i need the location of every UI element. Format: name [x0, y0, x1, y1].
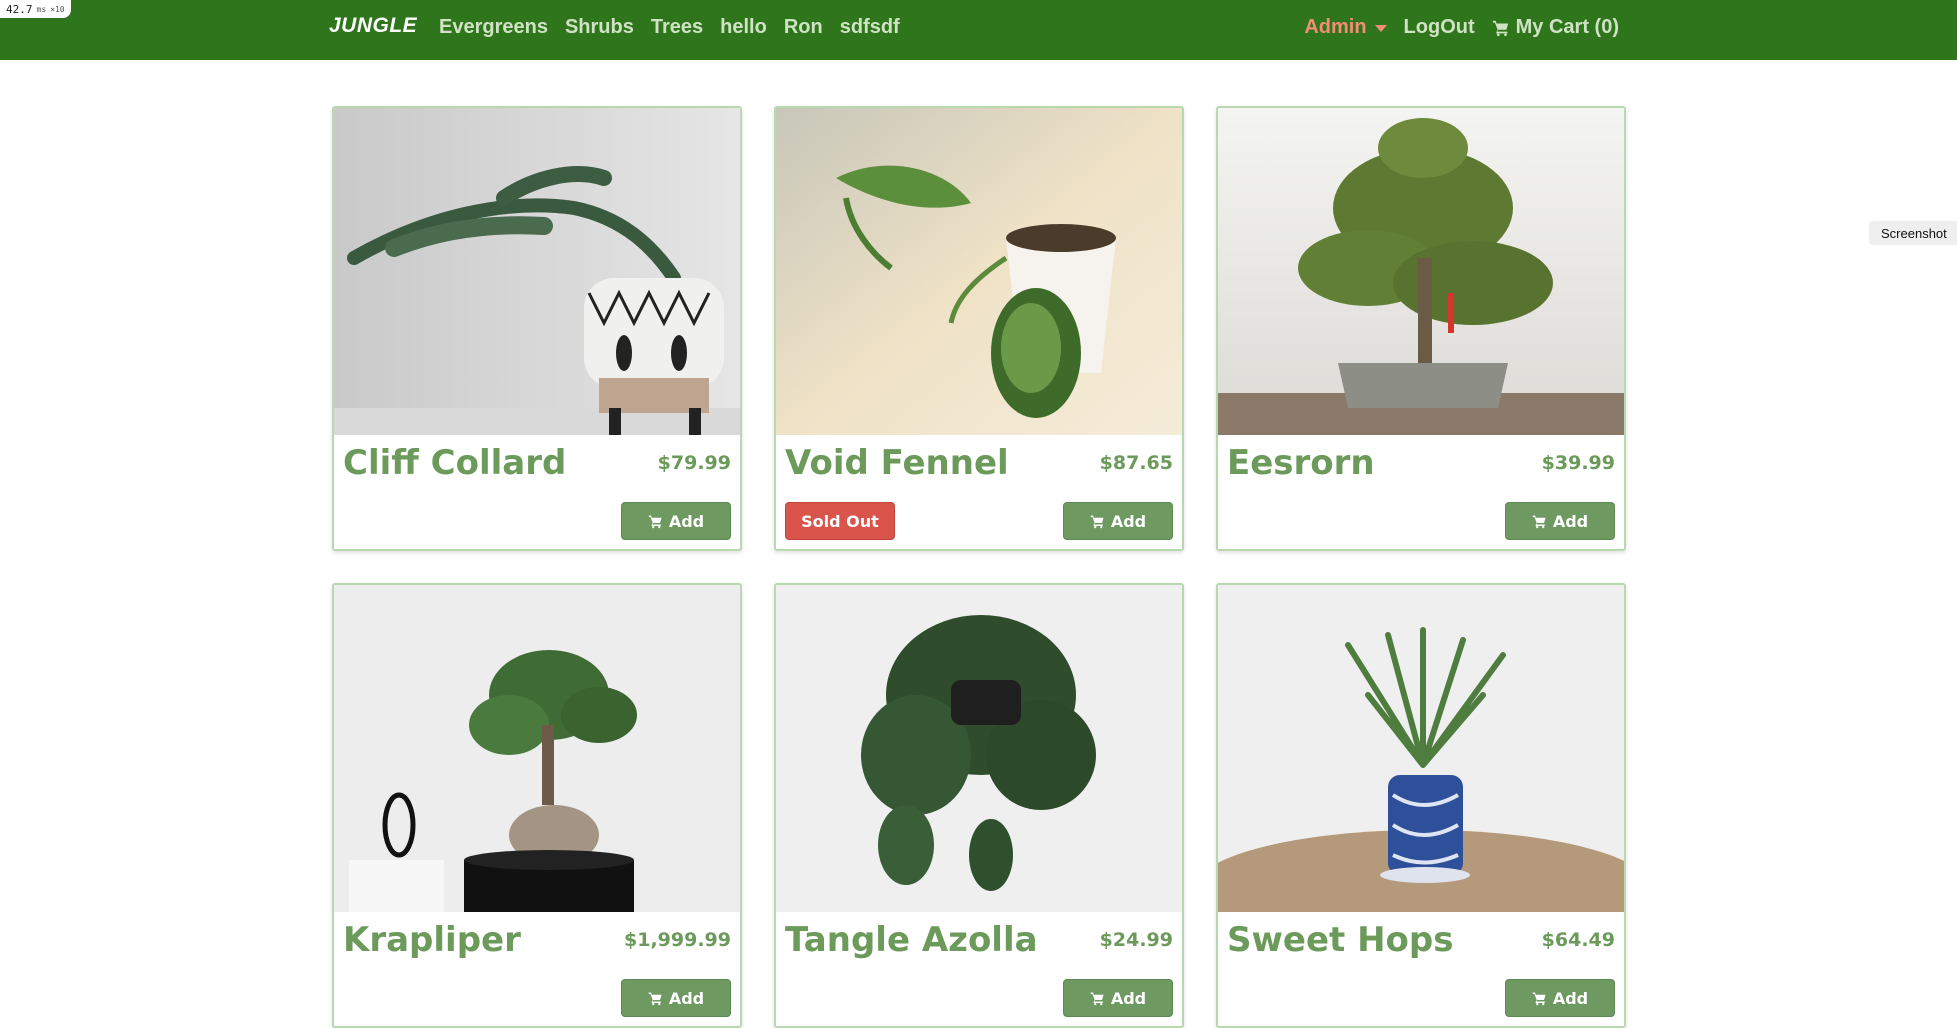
product-price: $1,999.99 — [624, 929, 731, 951]
add-to-cart-button[interactable]: Add — [621, 502, 731, 540]
product-image[interactable] — [1218, 585, 1624, 912]
product-image[interactable] — [334, 108, 740, 435]
product-name[interactable]: Void Fennel — [785, 443, 1009, 483]
product-name[interactable]: Cliff Collard — [343, 443, 566, 483]
product-grid: Cliff Collard $79.99 Add Void Fennel $87… — [332, 106, 1626, 1028]
product-price: $79.99 — [657, 452, 731, 474]
category-nav: Evergreens Shrubs Trees hello Ron sdfsdf — [439, 16, 900, 39]
product-card: Krapliper $1,999.99 Add — [332, 583, 742, 1028]
add-to-cart-button[interactable]: Add — [1063, 502, 1173, 540]
cart-icon — [648, 992, 662, 1005]
timing-unit: ms — [36, 4, 47, 14]
cart-link[interactable]: My Cart (0) — [1492, 16, 1619, 39]
add-label: Add — [1552, 511, 1589, 531]
product-price: $64.49 — [1541, 929, 1615, 951]
product-price: $24.99 — [1099, 929, 1173, 951]
product-card: Void Fennel $87.65 Sold Out Add — [774, 106, 1184, 551]
product-name[interactable]: Sweet Hops — [1227, 920, 1454, 960]
product-name[interactable]: Krapliper — [343, 920, 521, 960]
nav-category-sdfsdf[interactable]: sdfsdf — [840, 16, 900, 39]
cart-icon — [1090, 515, 1104, 528]
nav-category-trees[interactable]: Trees — [651, 16, 703, 39]
cart-label: My Cart (0) — [1515, 16, 1619, 38]
cart-icon — [1090, 992, 1104, 1005]
product-card: Tangle Azolla $24.99 Add — [774, 583, 1184, 1028]
cart-icon — [648, 515, 662, 528]
product-image[interactable] — [776, 585, 1182, 912]
screenshot-tab[interactable]: Screenshot — [1869, 221, 1957, 245]
add-to-cart-button[interactable]: Add — [1063, 979, 1173, 1017]
admin-label: Admin — [1304, 16, 1367, 38]
product-image[interactable] — [1218, 108, 1624, 435]
add-to-cart-button[interactable]: Add — [1505, 979, 1615, 1017]
product-price: $87.65 — [1099, 452, 1173, 474]
sold-out-badge: Sold Out — [785, 502, 895, 540]
product-name[interactable]: Tangle Azolla — [785, 920, 1038, 960]
cart-icon — [1532, 992, 1546, 1005]
add-label: Add — [668, 511, 705, 531]
admin-dropdown[interactable]: Admin — [1304, 16, 1387, 39]
nav-category-hello[interactable]: hello — [720, 16, 767, 39]
debug-timing-overlay: 42.7 ms ×10 — [0, 0, 71, 18]
cart-icon — [1492, 20, 1508, 36]
product-image[interactable] — [776, 108, 1182, 435]
add-label: Add — [1110, 511, 1147, 531]
add-to-cart-button[interactable]: Add — [621, 979, 731, 1017]
brand-logo[interactable]: JUNGLE — [329, 14, 417, 38]
product-card: Cliff Collard $79.99 Add — [332, 106, 742, 551]
nav-category-evergreens[interactable]: Evergreens — [439, 16, 548, 39]
logout-link[interactable]: LogOut — [1404, 16, 1475, 39]
account-nav: Admin LogOut My Cart (0) — [1304, 16, 1619, 39]
product-name[interactable]: Eesrorn — [1227, 443, 1375, 483]
caret-down-icon — [1374, 25, 1387, 32]
cart-icon — [1532, 515, 1546, 528]
top-navbar: JUNGLE Evergreens Shrubs Trees hello Ron… — [0, 0, 1957, 60]
nav-category-ron[interactable]: Ron — [784, 16, 823, 39]
timing-value: 42.7 — [6, 2, 33, 16]
product-image[interactable] — [334, 585, 740, 912]
add-to-cart-button[interactable]: Add — [1505, 502, 1615, 540]
nav-category-shrubs[interactable]: Shrubs — [565, 16, 634, 39]
product-card: Sweet Hops $64.49 Add — [1216, 583, 1626, 1028]
product-price: $39.99 — [1541, 452, 1615, 474]
timing-multiplier: ×10 — [50, 4, 65, 14]
product-card: Eesrorn $39.99 Add — [1216, 106, 1626, 551]
